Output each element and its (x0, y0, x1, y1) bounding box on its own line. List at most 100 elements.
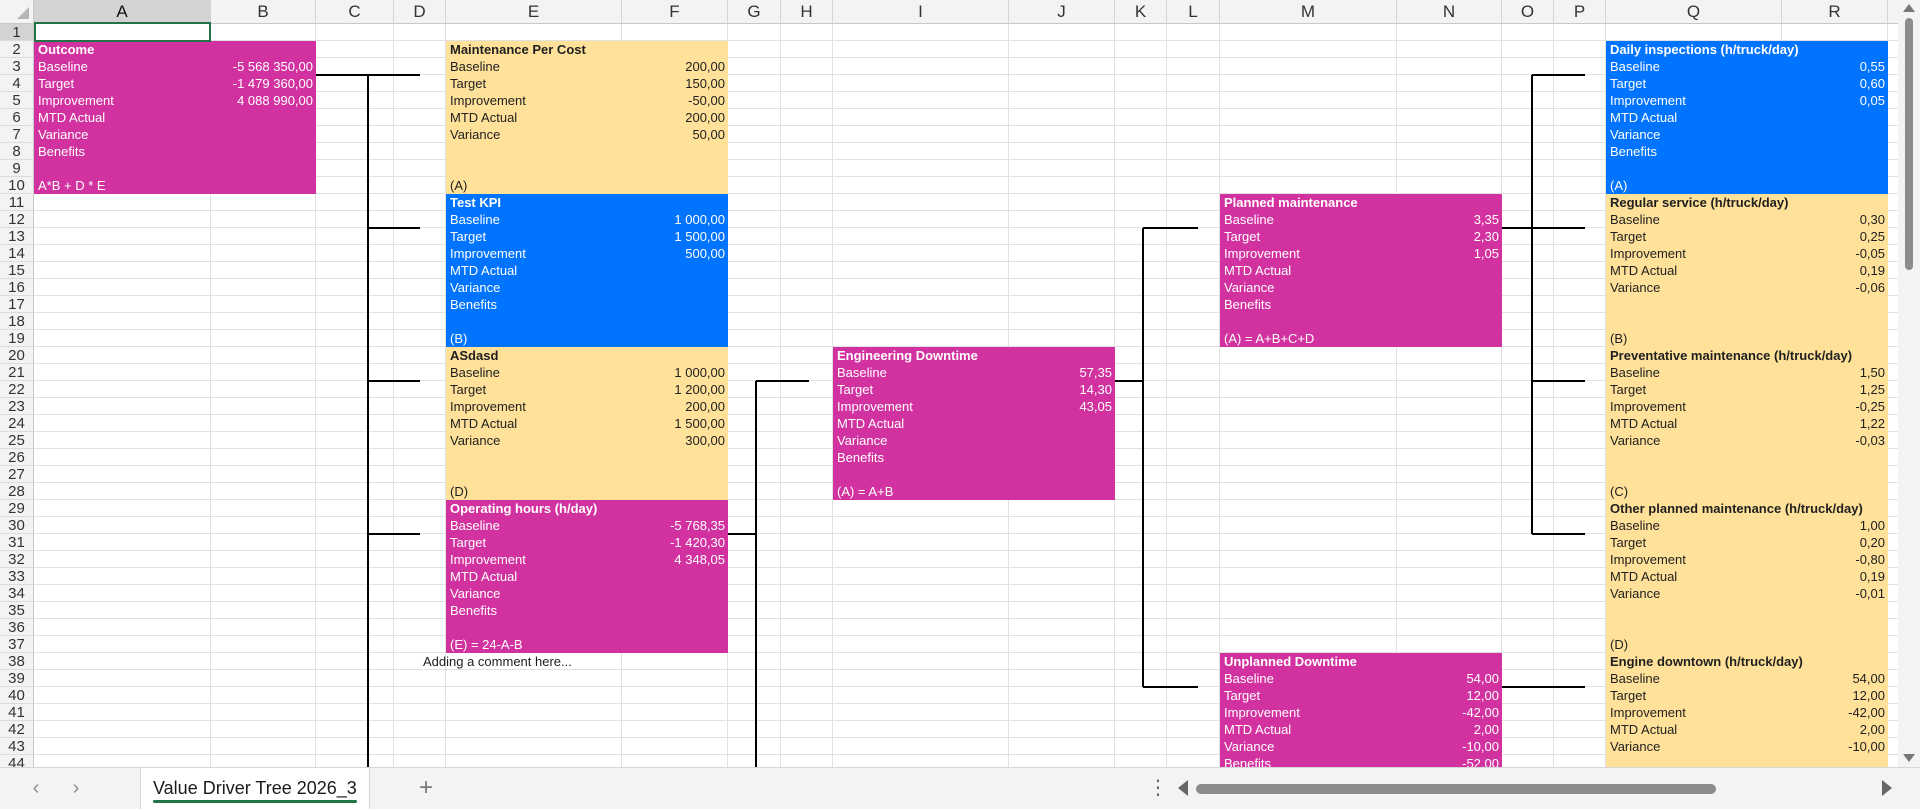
row-header-18[interactable]: 18 (0, 313, 34, 330)
column-header-g[interactable]: G (728, 0, 781, 24)
row-header-12[interactable]: 12 (0, 211, 34, 228)
row-header-14[interactable]: 14 (0, 245, 34, 262)
row-header-37[interactable]: 37 (0, 636, 34, 653)
card-row[interactable]: MTD Actual 0,19 (1608, 262, 1886, 279)
row-header-40[interactable]: 40 (0, 687, 34, 704)
card-row[interactable]: Baseline -5 568 350,00 (36, 58, 314, 75)
row-header-17[interactable]: 17 (0, 296, 34, 313)
column-header-l[interactable]: L (1167, 0, 1220, 24)
row-header-41[interactable]: 41 (0, 704, 34, 721)
card-row[interactable]: Target 14,30 (835, 381, 1113, 398)
row-header-33[interactable]: 33 (0, 568, 34, 585)
card-row[interactable]: Target 12,00 (1608, 687, 1886, 704)
card-row[interactable]: MTD Actual 2,00 (1608, 721, 1886, 738)
row-header-1[interactable]: 1 (0, 24, 34, 41)
card-row[interactable]: Variance -0,06 (1608, 279, 1886, 296)
row-header-9[interactable]: 9 (0, 160, 34, 177)
card-row[interactable]: Variance (1222, 279, 1500, 296)
column-header-e[interactable]: E (446, 0, 622, 24)
row-header-13[interactable]: 13 (0, 228, 34, 245)
more-options-icon[interactable]: ⋮ (1148, 776, 1168, 800)
card-row[interactable]: Target -1 420,30 (448, 534, 726, 551)
card-row[interactable]: Baseline 3,35 (1222, 211, 1500, 228)
card-row[interactable]: Improvement -42,00 (1608, 704, 1886, 721)
column-header-j[interactable]: J (1009, 0, 1115, 24)
row-header-29[interactable]: 29 (0, 500, 34, 517)
row-header-28[interactable]: 28 (0, 483, 34, 500)
sheet-tab-value-driver-tree[interactable]: Value Driver Tree 2026_3 (140, 768, 370, 809)
card-row[interactable]: Variance (1608, 126, 1886, 143)
card-row[interactable]: Baseline 0,30 (1608, 211, 1886, 228)
scroll-down-icon[interactable] (1903, 754, 1915, 762)
card-row[interactable]: MTD Actual (835, 415, 1113, 432)
card-row[interactable]: Improvement -50,00 (448, 92, 726, 109)
horizontal-scroll-thumb[interactable] (1196, 784, 1716, 794)
card-row[interactable]: Benefits (448, 296, 726, 313)
card-row[interactable]: Baseline 54,00 (1222, 670, 1500, 687)
next-sheet-icon[interactable]: › (64, 776, 88, 800)
card-maintenance-per-cost[interactable]: Maintenance Per Cost Baseline 200,00 Target… (446, 41, 728, 194)
card-row[interactable]: Variance -0,03 (1608, 432, 1886, 449)
column-header-f[interactable]: F (622, 0, 728, 24)
scroll-right-icon[interactable] (1882, 780, 1892, 796)
column-header-i[interactable]: I (833, 0, 1009, 24)
column-header-r[interactable]: R (1782, 0, 1888, 24)
scroll-up-icon[interactable] (1903, 4, 1915, 12)
card-regular-service[interactable]: Regular service (h/truck/day) Baseline 0,3… (1606, 194, 1888, 347)
row-header-11[interactable]: 11 (0, 194, 34, 211)
card-row[interactable]: Benefits (1608, 143, 1886, 160)
card-row[interactable]: Improvement -0,80 (1608, 551, 1886, 568)
card-row[interactable]: Target 150,00 (448, 75, 726, 92)
row-header-7[interactable]: 7 (0, 126, 34, 143)
card-row[interactable]: Improvement 43,05 (835, 398, 1113, 415)
card-row[interactable]: Variance (448, 279, 726, 296)
card-row[interactable]: Variance (448, 585, 726, 602)
row-header-38[interactable]: 38 (0, 653, 34, 670)
card-unplanned-downtime[interactable]: Unplanned Downtime Baseline 54,00 Target 12,… (1220, 653, 1502, 767)
card-row[interactable]: Baseline 1,50 (1608, 364, 1886, 381)
card-row[interactable]: Target 2,30 (1222, 228, 1500, 245)
column-header-d[interactable]: D (394, 0, 446, 24)
column-header-a[interactable]: A (34, 0, 211, 24)
row-header-22[interactable]: 22 (0, 381, 34, 398)
card-test-kpi[interactable]: Test KPI Baseline 1 000,00 Target 1 500,00 Im… (446, 194, 728, 347)
card-row[interactable]: Variance -10,00 (1222, 738, 1500, 755)
row-header-23[interactable]: 23 (0, 398, 34, 415)
card-row[interactable]: Variance -0,01 (1608, 585, 1886, 602)
row-header-4[interactable]: 4 (0, 75, 34, 92)
card-row[interactable]: MTD Actual (36, 109, 314, 126)
card-row[interactable]: Improvement 1,05 (1222, 245, 1500, 262)
card-row[interactable]: Benefits (36, 143, 314, 160)
row-header-35[interactable]: 35 (0, 602, 34, 619)
row-header-6[interactable]: 6 (0, 109, 34, 126)
row-header-21[interactable]: 21 (0, 364, 34, 381)
card-row[interactable]: Improvement -0,25 (1608, 398, 1886, 415)
card-row[interactable]: Improvement 200,00 (448, 398, 726, 415)
card-row[interactable]: MTD Actual 1,22 (1608, 415, 1886, 432)
card-row[interactable]: MTD Actual (1608, 109, 1886, 126)
card-operating-hours[interactable]: Operating hours (h/day) Baseline -5 768,35… (446, 500, 728, 653)
card-row[interactable]: Improvement -42,00 (1222, 704, 1500, 721)
card-preventative-maintenance[interactable]: Preventative maintenance (h/truck/day) Ba… (1606, 347, 1888, 500)
row-header-24[interactable]: 24 (0, 415, 34, 432)
card-row[interactable]: Target 0,25 (1608, 228, 1886, 245)
card-row[interactable]: Target 1 200,00 (448, 381, 726, 398)
horizontal-scrollbar[interactable] (1196, 784, 1876, 794)
scroll-left-icon[interactable] (1178, 780, 1188, 796)
card-row[interactable]: Variance 300,00 (448, 432, 726, 449)
column-header-n[interactable]: N (1397, 0, 1502, 24)
row-header-27[interactable]: 27 (0, 466, 34, 483)
row-header-31[interactable]: 31 (0, 534, 34, 551)
card-row[interactable]: MTD Actual (448, 568, 726, 585)
prev-sheet-icon[interactable]: ‹ (24, 776, 48, 800)
card-row[interactable]: Target -1 479 360,00 (36, 75, 314, 92)
card-row[interactable]: Improvement 0,05 (1608, 92, 1886, 109)
card-row[interactable]: MTD Actual 0,19 (1608, 568, 1886, 585)
row-header-42[interactable]: 42 (0, 721, 34, 738)
column-header-h[interactable]: H (781, 0, 833, 24)
spreadsheet-grid[interactable]: ABCDEFGHIJKLMNOPQRS 12345678910111213141… (0, 0, 1920, 767)
column-header-o[interactable]: O (1502, 0, 1554, 24)
card-row[interactable]: Improvement 500,00 (448, 245, 726, 262)
card-row[interactable]: Target 1 500,00 (448, 228, 726, 245)
card-row[interactable]: Benefits (448, 602, 726, 619)
